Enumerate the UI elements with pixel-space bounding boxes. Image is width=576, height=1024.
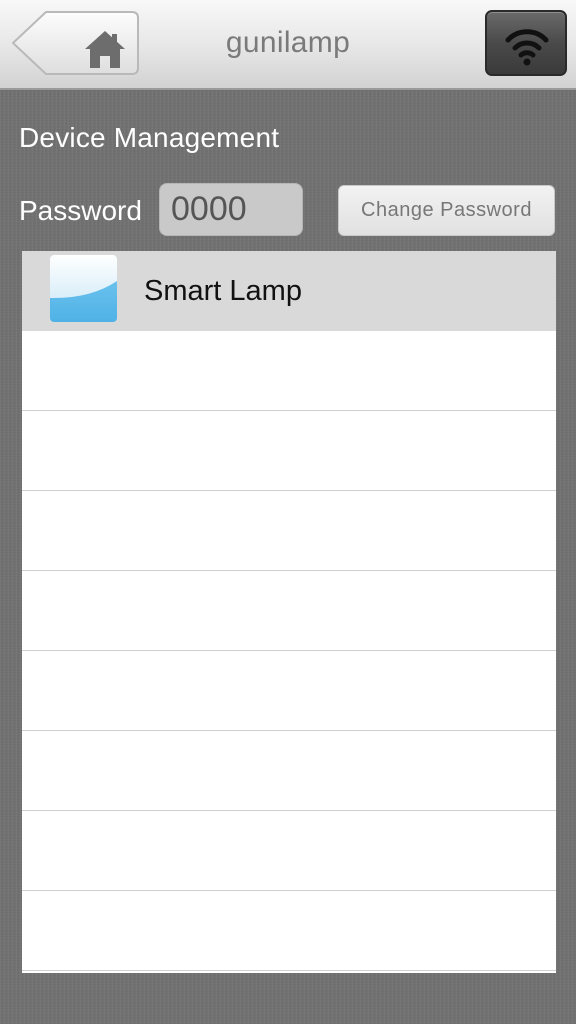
list-item[interactable]: [22, 331, 556, 411]
list-item[interactable]: [22, 811, 556, 891]
list-item[interactable]: [22, 411, 556, 491]
home-icon: [84, 28, 126, 70]
navigation-bar: gunilamp: [0, 0, 576, 90]
list-item[interactable]: [22, 571, 556, 651]
list-item[interactable]: [22, 731, 556, 811]
section-title: Device Management: [19, 122, 280, 153]
device-name: Smart Lamp: [144, 275, 302, 307]
lamp-thumbnail-icon: [50, 255, 117, 322]
list-item[interactable]: [22, 891, 556, 971]
wifi-button[interactable]: [485, 10, 567, 76]
back-home-button[interactable]: [10, 10, 140, 76]
device-list: Smart Lamp: [22, 251, 556, 973]
list-item[interactable]: [22, 491, 556, 571]
list-item-smart-lamp[interactable]: Smart Lamp: [22, 251, 556, 331]
password-field[interactable]: [159, 183, 303, 236]
page-title: gunilamp: [225, 26, 351, 59]
password-label: Password: [19, 195, 142, 226]
change-password-button[interactable]: Change Password: [338, 185, 555, 236]
list-item[interactable]: [22, 651, 556, 731]
wifi-icon: [505, 20, 549, 68]
